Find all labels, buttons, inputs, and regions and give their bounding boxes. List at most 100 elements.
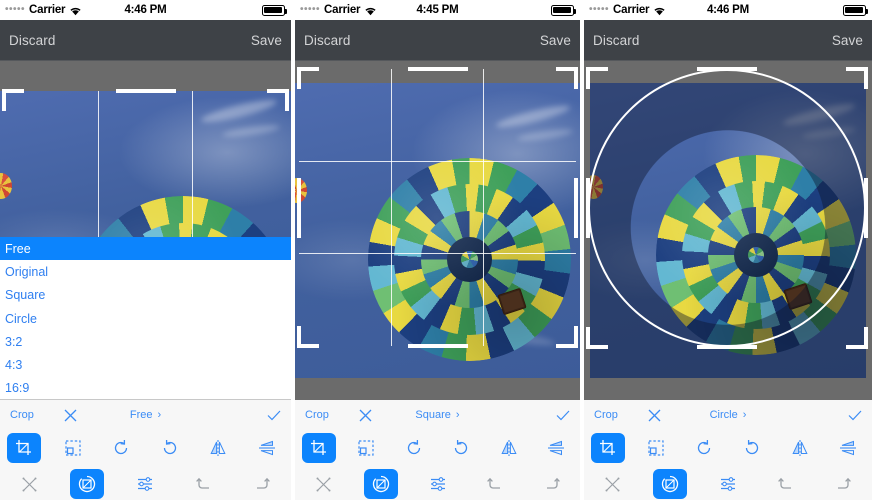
flip-vertical-tool[interactable]	[492, 433, 526, 463]
chevron-right-icon: ›	[742, 409, 747, 421]
checkmark-icon[interactable]	[848, 410, 862, 421]
image-canvas[interactable]	[295, 61, 580, 400]
redo-tool[interactable]	[826, 469, 860, 499]
flip-horizontal-tool[interactable]	[831, 433, 865, 463]
shuffle-tool[interactable]	[12, 469, 46, 499]
close-icon[interactable]	[64, 409, 77, 422]
aspect-ratio-value: Circle	[709, 409, 738, 421]
status-time: 4:46 PM	[124, 4, 167, 16]
battery-icon	[262, 4, 287, 16]
dropdown-option-square[interactable]: Square	[0, 284, 291, 307]
tool-row-primary	[295, 430, 580, 466]
crop-handle-bottom-edge[interactable]	[697, 345, 757, 349]
aspect-ratio-dropdown[interactable]: Free Original Square Circle 3:2 4:3 16:9	[0, 237, 291, 400]
bottom-toolbar: Crop Circle ›	[584, 400, 872, 500]
undo-tool[interactable]	[187, 469, 221, 499]
status-time: 4:45 PM	[416, 4, 459, 16]
rotate-left-tool[interactable]	[104, 433, 138, 463]
dropdown-option-original[interactable]: Original	[0, 260, 291, 283]
save-button[interactable]: Save	[540, 33, 571, 48]
crop-box[interactable]	[586, 67, 868, 349]
discard-button[interactable]: Discard	[9, 33, 55, 48]
redo-tool[interactable]	[245, 469, 279, 499]
discard-button[interactable]: Discard	[593, 33, 639, 48]
status-bar: ••••• Carrier 4:46 PM	[0, 0, 291, 20]
dropdown-option-3-2[interactable]: 3:2	[0, 330, 291, 353]
panel-free: ••••• Carrier 4:46 PM Discard Save Free …	[0, 0, 291, 500]
crop-section-label: Crop	[594, 409, 618, 421]
tool-row-secondary	[295, 466, 580, 500]
close-icon[interactable]	[359, 409, 372, 422]
image-canvas[interactable]	[584, 61, 872, 400]
transform-tool[interactable]	[363, 469, 398, 499]
shuffle-tool[interactable]	[596, 469, 630, 499]
resize-tool[interactable]	[639, 433, 673, 463]
flip-horizontal-tool[interactable]	[250, 433, 284, 463]
crop-tool[interactable]	[7, 433, 42, 463]
chevron-right-icon: ›	[157, 409, 162, 421]
tool-row-primary	[0, 430, 291, 466]
flip-vertical-tool[interactable]	[201, 433, 235, 463]
adjust-tool[interactable]	[711, 469, 745, 499]
undo-tool[interactable]	[478, 469, 512, 499]
aspect-ratio-selector[interactable]: Square ›	[295, 409, 580, 421]
battery-icon	[843, 4, 868, 16]
crop-handle-right-edge[interactable]	[864, 178, 868, 238]
dropdown-option-free[interactable]: Free	[0, 237, 291, 261]
crop-box[interactable]	[297, 67, 578, 348]
save-button[interactable]: Save	[251, 33, 282, 48]
redo-tool[interactable]	[535, 469, 569, 499]
checkmark-icon[interactable]	[267, 410, 281, 421]
crop-handle-right-edge[interactable]	[574, 177, 578, 238]
aspect-ratio-selector[interactable]: Circle ›	[584, 409, 872, 421]
adjust-tool[interactable]	[128, 469, 162, 499]
undo-tool[interactable]	[769, 469, 803, 499]
crop-handle-top-edge[interactable]	[115, 89, 176, 93]
resize-tool[interactable]	[56, 433, 90, 463]
crop-section-label: Crop	[10, 409, 34, 421]
close-icon[interactable]	[648, 409, 661, 422]
bottom-toolbar: Crop Square ›	[295, 400, 580, 500]
rotate-left-tool[interactable]	[397, 433, 431, 463]
transform-tool[interactable]	[653, 469, 688, 499]
circle-crop-outline	[588, 69, 866, 347]
chevron-right-icon: ›	[455, 409, 460, 421]
panel-square: ••••• Carrier 4:45 PM Discard Save Crop …	[295, 0, 580, 500]
checkmark-icon[interactable]	[556, 410, 570, 421]
discard-button[interactable]: Discard	[304, 33, 350, 48]
dropdown-option-16-9[interactable]: 16:9	[0, 377, 291, 400]
aspect-ratio-value: Square	[415, 409, 451, 421]
rotate-right-tool[interactable]	[153, 433, 187, 463]
dropdown-option-4-3[interactable]: 4:3	[0, 353, 291, 376]
aspect-ratio-value: Free	[129, 409, 153, 421]
nav-bar: Discard Save	[0, 20, 291, 61]
crop-tool[interactable]	[591, 433, 625, 463]
status-bar: ••••• Carrier 4:46 PM	[584, 0, 872, 20]
crop-handle-top-edge[interactable]	[407, 67, 468, 71]
crop-grid-line	[299, 161, 576, 163]
dropdown-option-circle[interactable]: Circle	[0, 307, 291, 330]
tool-row-secondary	[584, 466, 872, 500]
crop-tool[interactable]	[301, 433, 336, 463]
adjust-tool[interactable]	[421, 469, 455, 499]
panel-circle: ••••• Carrier 4:46 PM Discard Save Crop …	[584, 0, 872, 500]
crop-handle-left-edge[interactable]	[297, 177, 301, 238]
resize-tool[interactable]	[349, 433, 383, 463]
crop-handle-left-edge[interactable]	[586, 178, 590, 238]
crop-grid-line	[299, 253, 576, 255]
aspect-ratio-selector[interactable]: Free ›	[0, 409, 291, 421]
rotate-right-tool[interactable]	[735, 433, 769, 463]
crop-handle-bottom-edge[interactable]	[407, 344, 468, 348]
nav-bar: Discard Save	[584, 20, 872, 61]
transform-tool[interactable]	[70, 469, 105, 499]
flip-vertical-tool[interactable]	[783, 433, 817, 463]
nav-bar: Discard Save	[295, 20, 580, 61]
rotate-left-tool[interactable]	[687, 433, 721, 463]
crop-handle-top-edge[interactable]	[697, 67, 757, 71]
rotate-right-tool[interactable]	[444, 433, 478, 463]
shuffle-tool[interactable]	[307, 469, 341, 499]
status-time: 4:46 PM	[706, 4, 750, 16]
flip-horizontal-tool[interactable]	[539, 433, 573, 463]
save-button[interactable]: Save	[832, 33, 863, 48]
tool-row-primary	[584, 430, 872, 466]
